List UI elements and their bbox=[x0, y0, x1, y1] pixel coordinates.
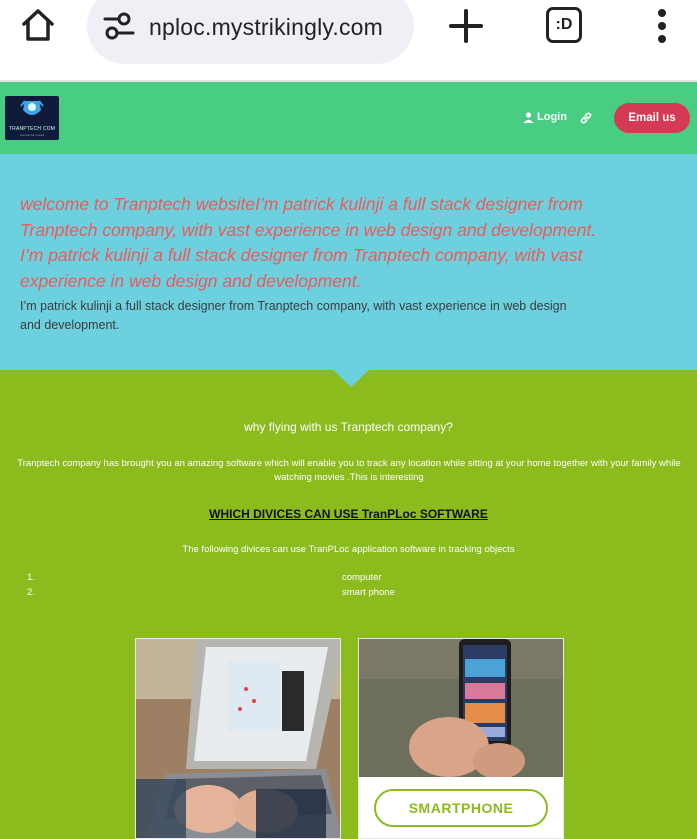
laptop-photo bbox=[136, 639, 340, 838]
smartphone-photo bbox=[359, 639, 563, 777]
device-name: computer bbox=[342, 572, 382, 583]
hero-heading: welcome to Tranptech websiteI’m patrick … bbox=[20, 194, 597, 291]
list-item: 1. computer bbox=[27, 572, 687, 587]
section-description: Tranptech company has brought you an ama… bbox=[17, 458, 681, 483]
device-name: smart phone bbox=[342, 587, 395, 598]
site-header: TRANPTECH COM you can be moved Login Ema… bbox=[0, 82, 697, 154]
features-section: why flying with us Tranptech company? Tr… bbox=[0, 370, 697, 839]
list-number: 2. bbox=[27, 587, 35, 598]
devices-note: The following divices can use TranPLoc a… bbox=[182, 544, 515, 555]
new-tab-icon[interactable] bbox=[446, 6, 486, 46]
list-number: 1. bbox=[27, 572, 35, 583]
phone-photo bbox=[359, 639, 563, 777]
site-logo[interactable]: TRANPTECH COM you can be moved bbox=[5, 96, 59, 140]
smartphone-card: SMARTPHONE bbox=[358, 638, 564, 839]
hero-subtext: I’m patrick kulinji a full stack designe… bbox=[20, 299, 567, 332]
email-us-button[interactable]: Email us bbox=[614, 103, 690, 133]
link-icon[interactable] bbox=[579, 111, 593, 125]
logo-subtitle: you can be moved bbox=[19, 133, 45, 137]
hero-pointer-arrow bbox=[333, 370, 369, 387]
hero-section: welcome to Tranptech websiteI’m patrick … bbox=[0, 154, 697, 370]
login-label: Login bbox=[537, 111, 567, 123]
logo-text: TRANPTECH COM bbox=[8, 126, 56, 132]
address-bar[interactable]: nploc.mystrikingly.com bbox=[87, 0, 414, 64]
login-link[interactable]: Login bbox=[523, 111, 567, 123]
section-title: why flying with us Tranptech company? bbox=[244, 420, 453, 434]
user-icon bbox=[523, 111, 534, 123]
list-item: 2. smart phone bbox=[27, 587, 687, 602]
smartphone-button[interactable]: SMARTPHONE bbox=[374, 789, 548, 827]
browser-toolbar: nploc.mystrikingly.com :D bbox=[0, 0, 697, 82]
tab-switcher-button[interactable]: :D bbox=[546, 7, 582, 43]
home-icon[interactable] bbox=[18, 5, 58, 45]
computer-card bbox=[135, 638, 341, 839]
site-settings-icon[interactable] bbox=[103, 12, 135, 40]
url-text[interactable]: nploc.mystrikingly.com bbox=[149, 14, 383, 41]
devices-heading: WHICH DIVICES CAN USE TranPLoc SOFTWARE bbox=[209, 507, 488, 521]
more-menu-icon[interactable] bbox=[648, 6, 676, 46]
devices-list: 1. computer 2. smart phone bbox=[27, 572, 687, 602]
